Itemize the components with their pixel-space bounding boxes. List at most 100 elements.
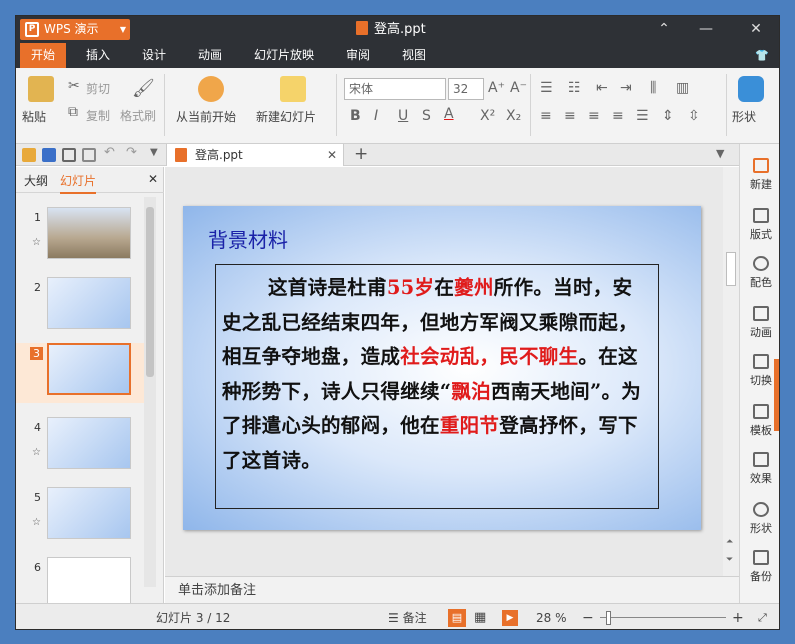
print-preview-icon[interactable] — [82, 148, 96, 162]
chevron-down-icon: ▼ — [119, 25, 126, 34]
close-panel-icon[interactable]: ✕ — [148, 172, 158, 186]
bullet-list-icon[interactable]: ☰ — [540, 80, 553, 96]
bold-icon[interactable]: B — [350, 108, 361, 124]
menu-design[interactable]: 设计 — [134, 43, 174, 68]
close-button[interactable]: ✕ — [744, 16, 768, 43]
font-color-icon[interactable]: A — [444, 106, 454, 122]
menu-bar: 开始 插入 设计 动画 幻灯片放映 审阅 视图 👕 — [16, 43, 779, 68]
paragraph-spacing-icon[interactable]: ⇳ — [688, 108, 700, 124]
tab-outline[interactable]: 大纲 — [24, 172, 48, 189]
superscript-icon[interactable]: X² — [480, 108, 495, 124]
panel-collapse-handle[interactable] — [774, 359, 779, 431]
strikethrough-icon[interactable]: S — [422, 108, 431, 124]
slide-thumbnail[interactable]: 4 ☆ — [16, 417, 144, 475]
notes-input[interactable]: 单击添加备注 — [165, 576, 739, 603]
menu-slideshow[interactable]: 幻灯片放映 — [248, 43, 320, 68]
menu-view[interactable]: 视图 — [394, 43, 434, 68]
paste-button[interactable]: 粘贴 — [22, 108, 46, 125]
menu-home[interactable]: 开始 — [20, 43, 66, 68]
layout-button[interactable]: 版式 — [740, 208, 779, 242]
italic-icon[interactable]: I — [374, 108, 378, 124]
thumbnail-number: 3 — [30, 347, 43, 360]
cut-button[interactable]: 剪切 — [86, 80, 110, 97]
from-current-button[interactable]: 从当前开始 — [176, 108, 236, 125]
minimize-button[interactable]: — — [694, 16, 718, 43]
effects-button[interactable]: 效果 — [740, 452, 779, 486]
menu-review[interactable]: 审阅 — [338, 43, 378, 68]
tab-slides[interactable]: 幻灯片 — [60, 172, 97, 194]
new-slide-button[interactable]: 新建幻灯片 — [256, 108, 316, 125]
shape-button[interactable]: 形状 — [732, 108, 756, 125]
shapes-button[interactable]: 形状 — [740, 502, 779, 536]
tab-document[interactable]: 登高.ppt ✕ — [166, 144, 344, 166]
menu-insert[interactable]: 插入 — [78, 43, 118, 68]
status-bar: 幻灯片 3 / 12 ☰ 备注 ▤ ▦ ▶ 28 % − + ⤢ — [16, 603, 779, 629]
app-menu-button[interactable]: P WPS 演示 ▼ — [20, 19, 130, 40]
numbered-list-icon[interactable]: ☷ — [568, 80, 581, 96]
body-text: 这首诗是杜甫 — [268, 276, 387, 299]
redo-icon[interactable]: ↷ — [126, 145, 137, 160]
previous-slide-icon[interactable]: ⏶ — [726, 537, 733, 547]
undo-icon[interactable]: ↶ — [104, 145, 115, 160]
increase-indent-icon[interactable]: ⇥ — [620, 80, 632, 96]
slide-text-box[interactable]: 这首诗是杜甫55岁在夔州所作。当时，安史之乱已经结束四年，但地方军阀又乘隙而起，… — [215, 264, 659, 509]
animation-button[interactable]: 动画 — [740, 306, 779, 340]
zoom-in-button[interactable]: + — [732, 604, 744, 629]
subscript-icon[interactable]: X₂ — [506, 108, 521, 124]
slide-title[interactable]: 背景材料 — [208, 224, 288, 253]
line-spacing-icon[interactable]: ⇕ — [662, 108, 674, 124]
print-icon[interactable] — [62, 148, 76, 162]
align-left-icon[interactable]: ≡ — [540, 108, 552, 124]
columns-icon[interactable]: ▥ — [676, 80, 689, 96]
justify-icon[interactable]: ≡ — [612, 108, 624, 124]
new-tab-button[interactable]: + — [354, 144, 368, 164]
distribute-icon[interactable]: ☰ — [636, 108, 649, 124]
slide-thumbnail[interactable]: 5 ☆ — [16, 487, 144, 545]
zoom-out-button[interactable]: − — [582, 604, 594, 629]
shrink-font-icon[interactable]: A⁻ — [510, 80, 527, 96]
zoom-level[interactable]: 28 % — [536, 604, 567, 629]
scroll-thumb[interactable] — [146, 207, 154, 377]
color-scheme-button[interactable]: 配色 — [740, 256, 779, 290]
thumbnail-scrollbar[interactable] — [144, 197, 156, 587]
slide-thumbnail[interactable]: 6 — [16, 557, 144, 603]
slide-sorter-icon[interactable]: ▦ — [474, 604, 486, 629]
align-center-icon[interactable]: ≡ — [564, 108, 576, 124]
window-title-text: 登高.ppt — [374, 22, 426, 37]
canvas-scrollbar[interactable]: ⏶ ⏷ — [723, 167, 739, 576]
slide-thumbnail[interactable]: 1 ☆ — [16, 207, 144, 265]
save-icon[interactable] — [42, 148, 56, 162]
align-right-icon[interactable]: ≡ — [588, 108, 600, 124]
animation-star-icon: ☆ — [32, 517, 41, 528]
next-slide-icon[interactable]: ⏷ — [726, 555, 733, 565]
underline-icon[interactable]: U — [398, 108, 408, 124]
slide-thumbnail[interactable]: 2 — [16, 277, 144, 335]
scroll-thumb[interactable] — [726, 252, 736, 286]
grow-font-icon[interactable]: A⁺ — [488, 80, 505, 96]
backup-button[interactable]: 备份 — [740, 550, 779, 584]
zoom-slider-track[interactable] — [600, 617, 726, 618]
copy-button[interactable]: 复制 — [86, 107, 110, 124]
menu-animation[interactable]: 动画 — [190, 43, 230, 68]
ribbon-collapse-button[interactable]: ⌃ — [652, 16, 676, 43]
zoom-slider-thumb[interactable] — [606, 611, 611, 625]
new-button[interactable]: 新建 — [740, 158, 779, 192]
close-tab-icon[interactable]: ✕ — [327, 144, 337, 166]
slide-thumbnail-selected[interactable]: 3 — [16, 343, 144, 403]
notes-toggle[interactable]: ☰ 备注 — [388, 604, 427, 629]
chevron-down-icon[interactable]: ▼ — [150, 147, 158, 158]
skin-shirt-icon[interactable]: 👕 — [752, 43, 772, 68]
tab-list-icon[interactable]: ▼ — [716, 147, 724, 160]
play-from-current-icon — [198, 76, 224, 102]
normal-view-icon[interactable]: ▤ — [448, 609, 466, 627]
decrease-indent-icon[interactable]: ⇤ — [596, 80, 608, 96]
open-folder-icon[interactable] — [22, 148, 36, 162]
highlight-text: 55岁 — [386, 276, 435, 299]
fit-window-icon[interactable]: ⤢ — [758, 604, 767, 629]
play-slideshow-icon[interactable]: ▶ — [502, 610, 518, 626]
current-slide[interactable]: 背景材料 这首诗是杜甫55岁在夔州所作。当时，安史之乱已经结束四年，但地方军阀又… — [183, 206, 701, 530]
text-direction-icon[interactable]: ⫼ — [650, 80, 656, 96]
font-name-select[interactable]: 宋体 — [344, 78, 446, 100]
font-size-select[interactable]: 32 — [448, 78, 484, 100]
format-painter-button[interactable]: 格式刷 — [120, 107, 156, 124]
